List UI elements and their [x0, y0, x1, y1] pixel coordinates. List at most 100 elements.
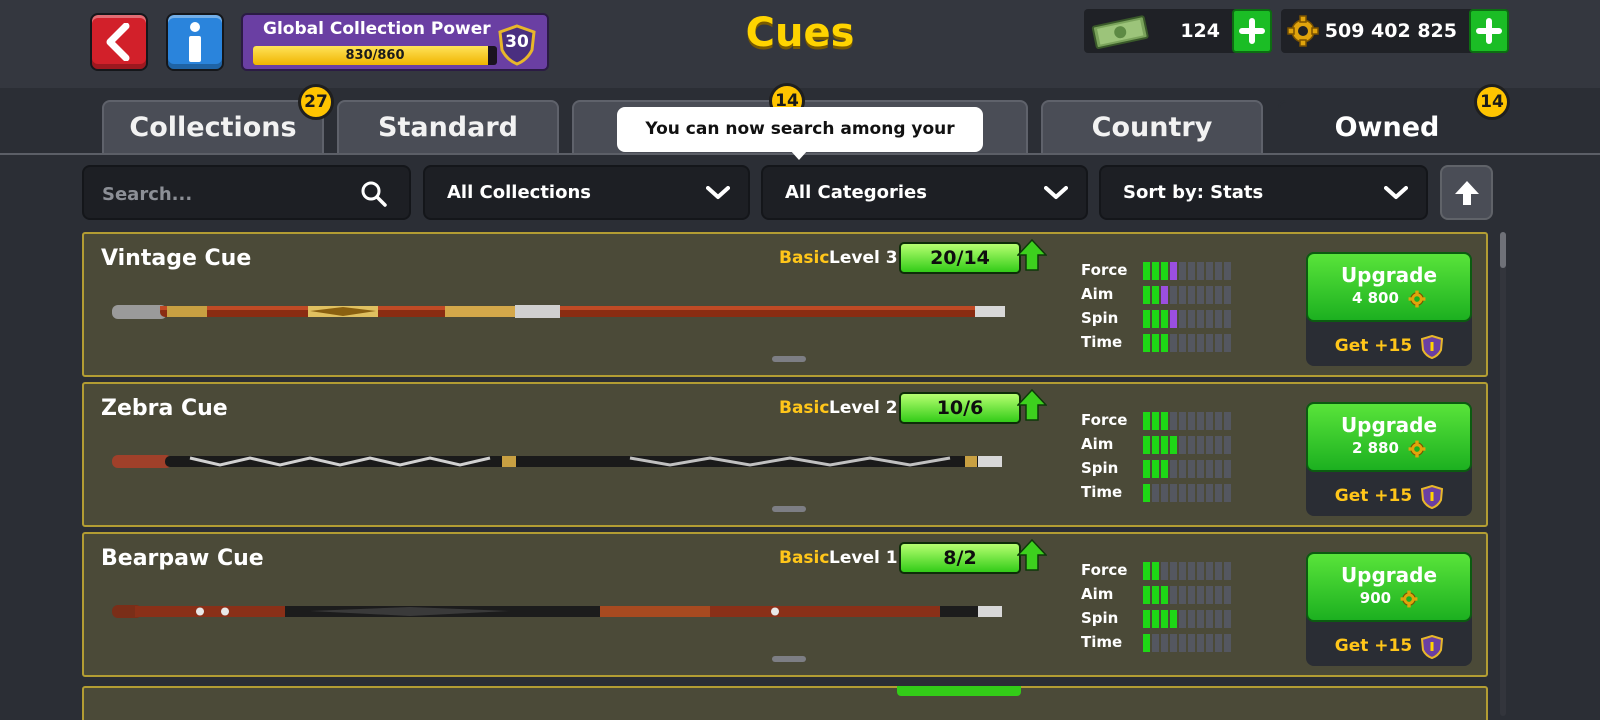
stat-segment [1161, 484, 1168, 502]
stat-segment [1215, 460, 1222, 478]
cue-card[interactable]: Bearpaw Cue Basic Level 1 8/2 Force Aim Sp… [82, 532, 1488, 677]
stat-segment [1170, 262, 1177, 280]
tab-owned[interactable]: Owned [1278, 100, 1496, 155]
tab-owned-badge: 14 [1474, 84, 1510, 120]
stat-segment [1152, 310, 1159, 328]
upgrade-button[interactable]: Upgrade 900 [1306, 552, 1472, 622]
stat-bar [1143, 586, 1231, 604]
stat-bar [1143, 286, 1231, 304]
stat-segment [1206, 262, 1213, 280]
cash-display: 124 [1084, 9, 1272, 53]
drag-handle[interactable] [772, 506, 806, 512]
stat-label: Time [1081, 333, 1123, 351]
upgrade-cost: 2 880 [1351, 439, 1399, 457]
stat-label: Spin [1081, 459, 1119, 477]
chevron-down-icon [1044, 186, 1068, 199]
stat-segment [1143, 262, 1150, 280]
categories-dropdown[interactable]: All Categories [761, 165, 1088, 220]
get-boost-button[interactable]: Get +15 [1306, 628, 1472, 664]
cue-progress: 20/14 [899, 242, 1021, 274]
stat-segment [1224, 262, 1231, 280]
stat-label: Force [1081, 411, 1128, 429]
stat-segment [1197, 286, 1204, 304]
search-input[interactable] [102, 179, 352, 209]
stat-label: Time [1081, 483, 1123, 501]
stat-segment [1224, 484, 1231, 502]
stat-segment [1224, 634, 1231, 652]
chevron-down-icon [1384, 186, 1408, 199]
cue-rarity: Basic [779, 248, 830, 268]
stat-segment [1215, 412, 1222, 430]
stat-label: Aim [1081, 435, 1114, 453]
upgrade-label: Upgrade [1340, 263, 1438, 287]
coin-icon [1400, 590, 1418, 607]
stat-segment [1143, 610, 1150, 628]
stat-label: Spin [1081, 609, 1119, 627]
cue-progress: 10/6 [899, 392, 1021, 424]
search-box[interactable] [82, 165, 411, 220]
zebra-cue-image [112, 455, 1002, 468]
stat-label: Aim [1081, 285, 1114, 303]
upgrade-panel: Upgrade 2 880 Get +15 [1306, 402, 1472, 516]
stat-segment [1152, 412, 1159, 430]
stat-segment [1161, 436, 1168, 454]
list-scrollbar[interactable] [1500, 232, 1506, 716]
cue-level: Level 2 [829, 398, 898, 418]
stat-segment [1188, 436, 1195, 454]
stat-segment [1215, 436, 1222, 454]
cue-card[interactable]: Zebra Cue Basic Level 2 10/6 Force Aim Spi… [82, 382, 1488, 527]
stat-segment [1215, 334, 1222, 352]
stat-segment [1179, 334, 1186, 352]
upgrade-button[interactable]: Upgrade 2 880 [1306, 402, 1472, 472]
get-boost-button[interactable]: Get +15 [1306, 328, 1472, 364]
cue-rarity: Basic [779, 398, 830, 418]
scrollbar-thumb[interactable] [1500, 232, 1506, 268]
stat-bar [1143, 562, 1231, 580]
sort-dropdown[interactable]: Sort by: Stats [1099, 165, 1428, 220]
stat-segment [1197, 586, 1204, 604]
add-cash-button[interactable] [1232, 9, 1272, 53]
cue-progress-partial [897, 686, 1021, 696]
stat-segment [1188, 562, 1195, 580]
tab-collections[interactable]: Collections [102, 100, 324, 155]
stat-segment [1188, 460, 1195, 478]
stat-segment [1152, 484, 1159, 502]
stat-segment [1143, 634, 1150, 652]
drag-handle[interactable] [772, 656, 806, 662]
sort-direction-button[interactable] [1440, 165, 1493, 220]
get-boost-label: Get +15 [1334, 486, 1413, 506]
get-boost-button[interactable]: Get +15 [1306, 478, 1472, 514]
stat-segment [1206, 412, 1213, 430]
stat-segment [1197, 460, 1204, 478]
upgrade-button[interactable]: Upgrade 4 800 [1306, 252, 1472, 322]
stat-segment [1188, 634, 1195, 652]
drag-handle[interactable] [772, 356, 806, 362]
stat-segment [1170, 610, 1177, 628]
add-coins-button[interactable] [1469, 9, 1509, 53]
stat-segment [1161, 634, 1168, 652]
stat-segment [1197, 562, 1204, 580]
stat-segment [1170, 334, 1177, 352]
tab-country[interactable]: Country [1041, 100, 1263, 155]
stat-segment [1179, 562, 1186, 580]
stat-segment [1161, 310, 1168, 328]
arrow-up-icon [1454, 180, 1479, 205]
categories-dropdown-value: All Categories [785, 182, 927, 203]
cue-card[interactable]: Vintage Cue Basic Level 3 20/14 Force Aim… [82, 232, 1488, 377]
stat-segment [1143, 334, 1150, 352]
stat-segment [1170, 436, 1177, 454]
coins-value: 509 402 825 [1324, 20, 1457, 42]
stat-segment [1206, 460, 1213, 478]
collections-dropdown[interactable]: All Collections [423, 165, 750, 220]
stat-bar [1143, 334, 1231, 352]
tab-label: Owned [1334, 112, 1440, 143]
stat-segment [1224, 334, 1231, 352]
stat-bar [1143, 262, 1231, 280]
stat-segment [1143, 286, 1150, 304]
tab-standard[interactable]: Standard [337, 100, 559, 155]
stat-bar [1143, 436, 1231, 454]
stat-bar [1143, 310, 1231, 328]
cue-card-partial[interactable] [82, 686, 1488, 720]
stat-segment [1188, 262, 1195, 280]
stat-segment [1224, 436, 1231, 454]
